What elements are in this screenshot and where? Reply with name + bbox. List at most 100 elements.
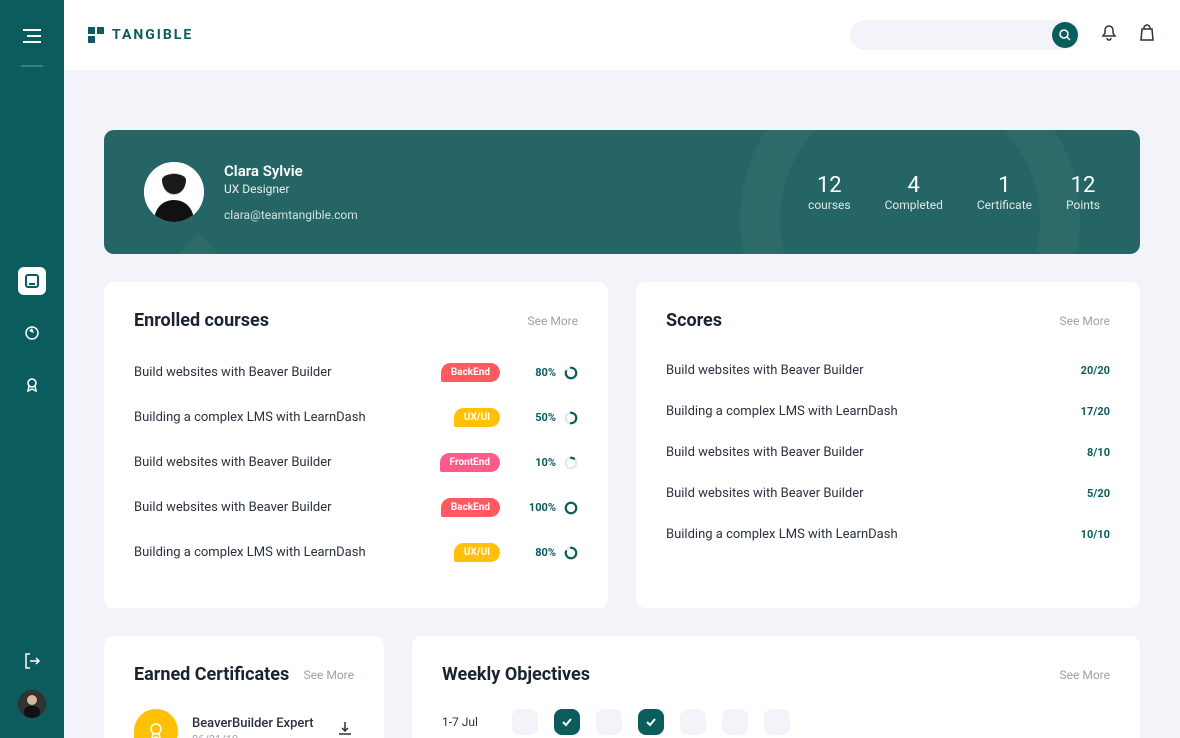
- day-done[interactable]: [638, 709, 664, 735]
- content-area: Clara Sylvie UX Designer clara@teamtangi…: [64, 70, 1180, 738]
- stat-label: Points: [1066, 198, 1100, 212]
- profile-avatar: [144, 162, 204, 222]
- course-row[interactable]: Build websites with Beaver BuilderBackEn…: [134, 490, 578, 525]
- nav-item-courses[interactable]: [18, 267, 46, 295]
- medal-icon: [134, 709, 178, 738]
- sidebar: [0, 0, 64, 738]
- profile-email: clara@teamtangible.com: [224, 208, 358, 222]
- logo[interactable]: TANGIBLE: [88, 27, 193, 43]
- day-done[interactable]: [554, 709, 580, 735]
- topbar: TANGIBLE: [64, 0, 1180, 70]
- course-tag: UX/UI: [454, 543, 500, 562]
- nav-item-explore[interactable]: [18, 319, 46, 347]
- stat-value: 1: [977, 173, 1032, 198]
- course-title: Building a complex LMS with LearnDash: [134, 545, 454, 560]
- objectives-title: Weekly Objectives: [442, 664, 590, 685]
- scores-title: Scores: [666, 310, 722, 331]
- course-pct: 80%: [522, 366, 556, 379]
- score-title: Build websites with Beaver Builder: [666, 363, 1081, 378]
- logout-icon[interactable]: [23, 652, 41, 674]
- week-label: 1-7 Jul: [442, 715, 496, 729]
- score-row[interactable]: Building a complex LMS with LearnDash10/…: [666, 519, 1110, 550]
- profile-stat: 1Certificate: [977, 173, 1032, 212]
- objectives-card: Weekly Objectives See More 1-7 Jul: [412, 636, 1140, 738]
- cert-row: BeaverBuilder Expert 06/21/19: [134, 709, 354, 738]
- logo-mark-icon: [88, 27, 104, 43]
- course-row[interactable]: Building a complex LMS with LearnDashUX/…: [134, 400, 578, 435]
- course-title: Building a complex LMS with LearnDash: [134, 410, 454, 425]
- course-title: Build websites with Beaver Builder: [134, 365, 441, 380]
- profile-stat: 4Completed: [885, 173, 943, 212]
- cert-title: BeaverBuilder Expert: [192, 716, 314, 731]
- course-title: Build websites with Beaver Builder: [134, 500, 441, 515]
- course-tag: FrontEnd: [440, 453, 500, 472]
- stat-label: Completed: [885, 198, 943, 212]
- certificates-card: Earned Certificates See More BeaverBuild…: [104, 636, 384, 738]
- course-pct: 10%: [522, 456, 556, 469]
- score-row[interactable]: Build websites with Beaver Builder20/20: [666, 355, 1110, 386]
- score-title: Build websites with Beaver Builder: [666, 445, 1087, 460]
- score-value: 17/20: [1081, 405, 1110, 418]
- enrolled-courses-card: Enrolled courses See More Build websites…: [104, 282, 608, 608]
- score-value: 5/20: [1087, 487, 1110, 500]
- progress-ring-icon: [564, 411, 578, 425]
- stat-value: 12: [1066, 173, 1100, 198]
- course-pct: 80%: [522, 546, 556, 559]
- profile-stat: 12courses: [808, 173, 851, 212]
- course-tag: UX/UI: [454, 408, 500, 427]
- download-icon[interactable]: [336, 720, 354, 738]
- certificates-title: Earned Certificates: [134, 664, 289, 685]
- stat-label: courses: [808, 198, 851, 212]
- logo-text: TANGIBLE: [112, 27, 193, 43]
- score-row[interactable]: Build websites with Beaver Builder8/10: [666, 437, 1110, 468]
- cert-date: 06/21/19: [192, 733, 314, 738]
- stat-label: Certificate: [977, 198, 1032, 212]
- profile-role: UX Designer: [224, 182, 358, 196]
- day-empty[interactable]: [596, 709, 622, 735]
- progress-ring-icon: [564, 366, 578, 380]
- day-empty[interactable]: [764, 709, 790, 735]
- enrolled-title: Enrolled courses: [134, 310, 269, 331]
- profile-name: Clara Sylvie: [224, 162, 358, 180]
- objectives-see-more[interactable]: See More: [1060, 668, 1110, 682]
- progress-ring-icon: [564, 546, 578, 560]
- scores-see-more[interactable]: See More: [1060, 314, 1110, 328]
- course-title: Build websites with Beaver Builder: [134, 455, 440, 470]
- score-row[interactable]: Build websites with Beaver Builder5/20: [666, 478, 1110, 509]
- progress-ring-icon: [564, 501, 578, 515]
- course-row[interactable]: Build websites with Beaver BuilderBackEn…: [134, 355, 578, 390]
- score-row[interactable]: Building a complex LMS with LearnDash17/…: [666, 396, 1110, 427]
- stat-value: 12: [808, 173, 851, 198]
- course-tag: BackEnd: [441, 498, 500, 517]
- search-button[interactable]: [1052, 22, 1078, 48]
- score-title: Building a complex LMS with LearnDash: [666, 404, 1081, 419]
- day-empty[interactable]: [722, 709, 748, 735]
- course-row[interactable]: Building a complex LMS with LearnDashUX/…: [134, 535, 578, 570]
- day-empty[interactable]: [680, 709, 706, 735]
- search-wrap: [850, 20, 1080, 50]
- profile-stat: 12Points: [1066, 173, 1100, 212]
- score-value: 20/20: [1081, 364, 1110, 377]
- notification-icon[interactable]: [1100, 24, 1118, 46]
- enrolled-see-more[interactable]: See More: [528, 314, 578, 328]
- course-pct: 100%: [522, 501, 556, 514]
- profile-card: Clara Sylvie UX Designer clara@teamtangi…: [104, 130, 1140, 254]
- score-value: 8/10: [1087, 446, 1110, 459]
- score-title: Building a complex LMS with LearnDash: [666, 527, 1081, 542]
- course-row[interactable]: Build websites with Beaver BuilderFrontE…: [134, 445, 578, 480]
- score-title: Build websites with Beaver Builder: [666, 486, 1087, 501]
- certificates-see-more[interactable]: See More: [304, 668, 354, 682]
- nav-item-awards[interactable]: [18, 371, 46, 399]
- course-tag: BackEnd: [441, 363, 500, 382]
- score-value: 10/10: [1081, 528, 1110, 541]
- search-input[interactable]: [850, 20, 1080, 50]
- user-avatar-mini[interactable]: [18, 690, 46, 718]
- progress-ring-icon: [564, 456, 578, 470]
- search-icon: [1059, 29, 1071, 41]
- course-pct: 50%: [522, 411, 556, 424]
- bag-icon[interactable]: [1138, 24, 1156, 46]
- week-row: 1-7 Jul: [442, 709, 1110, 735]
- sidebar-divider: [21, 65, 43, 67]
- menu-icon[interactable]: [23, 28, 41, 47]
- day-empty[interactable]: [512, 709, 538, 735]
